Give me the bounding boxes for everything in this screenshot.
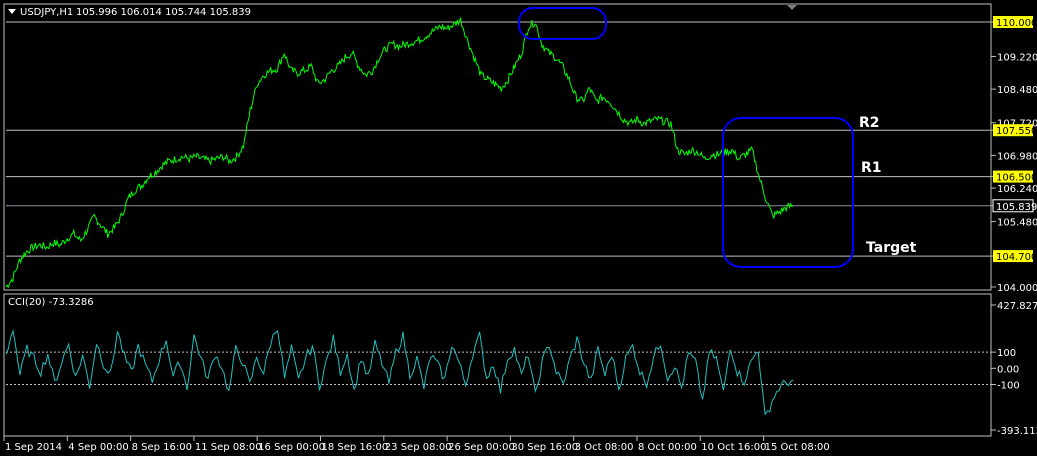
cci-line	[5, 329, 794, 416]
y-tick-label: 109.220	[997, 52, 1037, 63]
level-label: 106.500	[996, 173, 1037, 184]
cci-y-axis: 427.8279 100 0.00 -100 -393.1132	[991, 301, 1037, 437]
header: USDJPY,H1 105.996 106.014 105.744 105.83…	[8, 5, 797, 18]
cci-panel-frame	[3, 293, 992, 437]
y-tick-label: 106.980	[997, 151, 1037, 162]
triangle-down-icon[interactable]	[8, 9, 16, 14]
price-line	[5, 17, 794, 289]
x-tick-label: 11 Sep 08:00	[195, 442, 262, 453]
cci-label: CCI(20) -73.3286	[8, 297, 94, 308]
annotation-r2: R2	[859, 115, 880, 131]
cci-series	[5, 329, 794, 416]
price-y-axis: 110.000109.220108.480107.720107.550106.9…	[991, 16, 1037, 294]
price-level-lines	[6, 21, 991, 257]
x-tick-label: 15 Oct 08:00	[765, 442, 830, 453]
x-tick-label: 10 Oct 16:00	[701, 442, 766, 453]
current-price-label: 105.839	[996, 202, 1037, 213]
annotation-target: Target	[866, 240, 917, 256]
symbol-label: USDJPY,H1	[20, 7, 73, 18]
x-tick-label: 26 Sep 00:00	[448, 442, 515, 453]
x-tick-label: 16 Sep 00:00	[258, 442, 325, 453]
x-tick-label: 23 Sep 08:00	[385, 442, 452, 453]
cci-tick-label: 0.00	[997, 364, 1019, 375]
x-tick-label: 4 Sep 00:00	[68, 442, 128, 453]
chart-stage: USDJPY,H1 105.996 106.014 105.744 105.83…	[3, 3, 1037, 453]
y-tick-label: 105.480	[997, 218, 1037, 229]
scroll-marker-icon[interactable]	[787, 5, 797, 10]
cci-tick-label: 100	[997, 348, 1016, 359]
y-tick-label: 108.480	[997, 85, 1037, 96]
range-highlight-box	[722, 117, 854, 268]
x-tick-label: 1 Sep 2014	[5, 442, 62, 453]
cci-tick-label: -393.1132	[997, 426, 1037, 437]
level-label: 107.550	[996, 126, 1037, 137]
ohlc-label: 105.996 106.014 105.744 105.839	[76, 7, 251, 18]
level-label: 104.700	[996, 252, 1037, 263]
price-series	[5, 17, 794, 289]
price-panel-frame	[3, 3, 992, 291]
x-tick-label: 18 Sep 16:00	[322, 442, 389, 453]
cci-tick-label: -100	[997, 381, 1020, 392]
level-label: 110.000	[996, 18, 1037, 29]
y-tick-label: 106.240	[997, 184, 1037, 195]
time-axis: 1 Sep 2014 4 Sep 00:00 8 Sep 16:00 11 Sep 0…	[3, 436, 830, 453]
y-tick-label: 104.000	[997, 283, 1037, 294]
x-tick-label: 30 Sep 16:00	[511, 442, 578, 453]
x-tick-label: 8 Oct 00:00	[638, 442, 697, 453]
x-tick-label: 8 Sep 16:00	[132, 442, 192, 453]
annotation-r1: R1	[861, 160, 882, 176]
x-tick-label: 3 Oct 08:00	[575, 442, 634, 453]
cci-tick-label: 427.8279	[997, 301, 1037, 312]
